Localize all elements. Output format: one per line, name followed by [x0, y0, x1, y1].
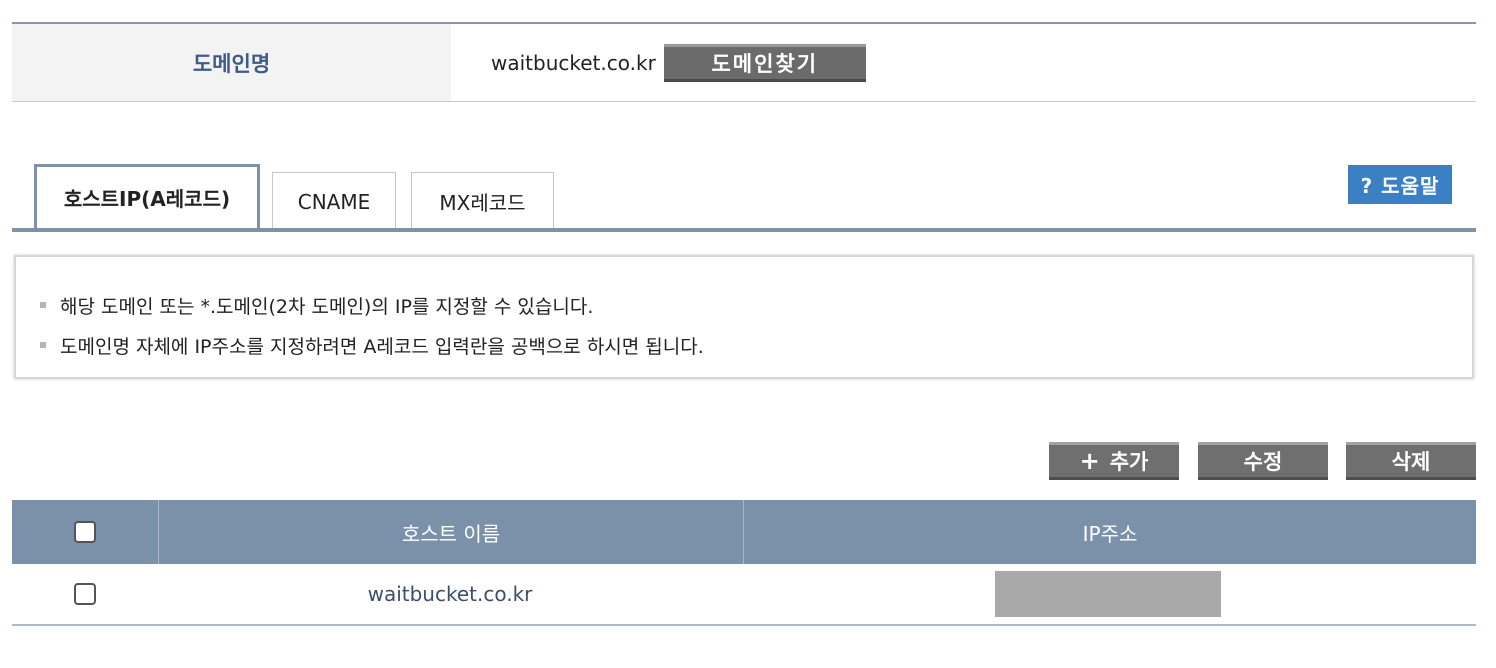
tab-mx-record[interactable]: MX레코드 — [411, 172, 554, 230]
domain-row: 도메인명 waitbucket.co.kr 도메인찾기 — [12, 22, 1476, 102]
domain-label: 도메인명 — [12, 24, 451, 101]
help-button[interactable]: ? 도움말 — [1348, 165, 1452, 204]
add-button-label: 추가 — [1109, 450, 1149, 474]
plus-icon: + — [1079, 447, 1100, 475]
table-row: waitbucket.co.kr — [12, 564, 1476, 626]
header-checkbox-cell — [12, 500, 158, 564]
row-ip-cell — [742, 564, 1474, 624]
domain-value-cell: waitbucket.co.kr 도메인찾기 — [451, 24, 866, 101]
info-line: 해당 도메인 또는 *.도메인(2차 도메인)의 IP를 지정할 수 있습니다. — [40, 285, 1472, 325]
table-header: 호스트 이름 IP주소 — [12, 500, 1476, 564]
row-host-name: waitbucket.co.kr — [367, 582, 533, 606]
delete-button[interactable]: 삭제 — [1346, 442, 1476, 480]
header-host-name: 호스트 이름 — [158, 500, 743, 564]
info-line: 도메인명 자체에 IP주소를 지정하려면 A레코드 입력란을 공백으로 하시면 … — [40, 325, 1472, 365]
header-ip-address: IP주소 — [743, 500, 1476, 564]
domain-value: waitbucket.co.kr — [491, 50, 656, 75]
bullet-icon — [40, 342, 46, 348]
edit-button[interactable]: 수정 — [1198, 442, 1328, 480]
tabs-divider — [12, 228, 1476, 232]
info-text: 해당 도메인 또는 *.도메인(2차 도메인)의 IP를 지정할 수 있습니다. — [60, 295, 594, 318]
info-box: 해당 도메인 또는 *.도메인(2차 도메인)의 IP를 지정할 수 있습니다.… — [14, 255, 1474, 379]
bullet-icon — [40, 302, 46, 308]
add-button[interactable]: + 추가 — [1049, 442, 1179, 480]
find-domain-button[interactable]: 도메인찾기 — [663, 43, 866, 82]
row-checkbox[interactable] — [74, 583, 96, 605]
tab-cname[interactable]: CNAME — [272, 172, 396, 230]
row-checkbox-cell — [12, 564, 158, 624]
info-text: 도메인명 자체에 IP주소를 지정하려면 A레코드 입력란을 공백으로 하시면 … — [60, 335, 704, 358]
tab-a-record[interactable]: 호스트IP(A레코드) — [34, 164, 260, 232]
select-all-checkbox[interactable] — [74, 521, 96, 543]
ip-redacted-block — [995, 571, 1221, 617]
